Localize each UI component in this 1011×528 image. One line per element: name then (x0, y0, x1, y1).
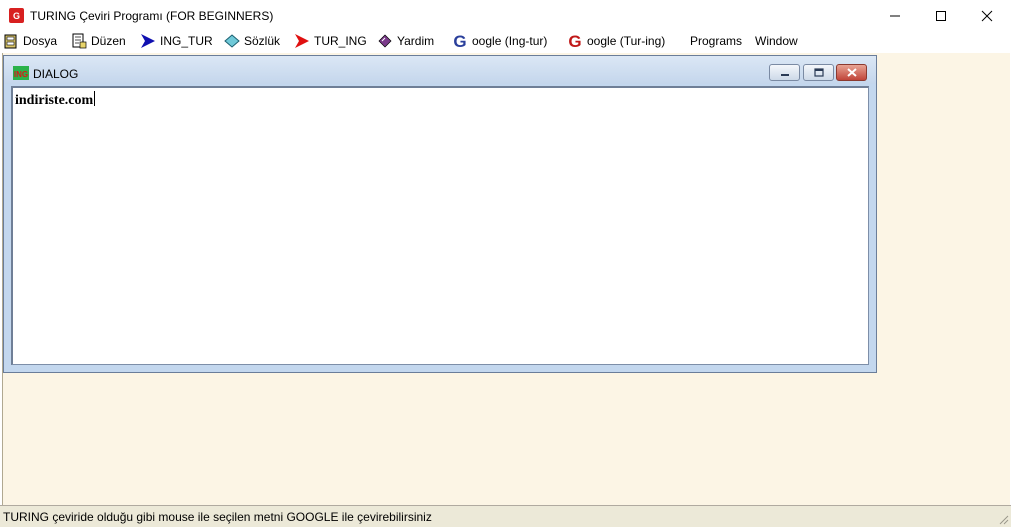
status-text: TURING çeviride olduğu gibi mouse ile se… (3, 510, 432, 524)
book-icon (377, 33, 393, 49)
close-button[interactable] (964, 0, 1010, 31)
menu-dosya[interactable]: Dosya (3, 31, 57, 51)
menu-label: Window (755, 34, 798, 48)
minimize-button[interactable] (872, 0, 918, 31)
app-logo-icon: G (9, 8, 24, 23)
dialog-minimize-button[interactable] (769, 64, 800, 81)
text-caret (94, 91, 96, 106)
resize-grip-icon[interactable] (997, 513, 1009, 525)
red-arrow-icon (294, 33, 310, 49)
menu-google-tur-ing[interactable]: G oogle (Tur-ing) (567, 31, 665, 51)
menu-label: ING_TUR (160, 34, 213, 48)
ing-logo-icon: ING (13, 66, 29, 80)
google-g-blue-icon: G (452, 32, 468, 51)
svg-text:G: G (568, 33, 581, 49)
menu-yardim[interactable]: Yardim (377, 31, 434, 51)
menu-ing-tur[interactable]: ING_TUR (140, 31, 213, 51)
menu-tur-ing[interactable]: TUR_ING (294, 31, 367, 51)
menu-label: oogle (Ing-tur) (472, 34, 548, 48)
svg-text:ING: ING (14, 70, 28, 79)
svg-text:G: G (453, 33, 466, 49)
dialog-content-line: indiriste.com (15, 91, 96, 109)
dialog-text-area[interactable]: indiriste.com (11, 86, 869, 365)
menu-label: Sözlük (244, 34, 281, 48)
menu-programs[interactable]: Programs (690, 31, 742, 51)
edit-document-icon (71, 33, 87, 49)
dialog-content-text: indiriste.com (15, 93, 94, 108)
dictionary-diamond-icon (224, 33, 240, 49)
title-bar: G TURING Çeviri Programı (FOR BEGINNERS) (0, 0, 1011, 31)
dialog-restore-button[interactable] (803, 64, 834, 81)
menu-label: Dosya (23, 34, 58, 48)
menu-sozluk[interactable]: Sözlük (224, 31, 280, 51)
maximize-button[interactable] (918, 0, 964, 31)
blue-arrow-icon (140, 33, 156, 49)
window-title: TURING Çeviri Programı (FOR BEGINNERS) (30, 9, 274, 23)
dialog-title-bar[interactable]: ING DIALOG (4, 56, 876, 84)
menu-label: Düzen (91, 34, 126, 48)
svg-text:G: G (13, 11, 20, 21)
menu-label: Programs (690, 34, 743, 48)
menu-label: TUR_ING (314, 34, 367, 48)
menu-label: Yardim (397, 34, 435, 48)
dialog-close-button[interactable] (836, 64, 867, 81)
menu-google-ing-tur[interactable]: G oogle (Ing-tur) (452, 31, 547, 51)
menu-window[interactable]: Window (755, 31, 798, 51)
dialog-window: ING DIALOG indiriste.com (3, 55, 877, 373)
file-cabinet-icon (3, 33, 19, 49)
dialog-title: DIALOG (33, 67, 79, 81)
status-bar: TURING çeviride olduğu gibi mouse ile se… (0, 505, 1011, 527)
menu-duzen[interactable]: Düzen (71, 31, 126, 51)
menu-label: oogle (Tur-ing) (587, 34, 666, 48)
menu-bar: Dosya Düzen ING_TUR Sözlük TUR_ING Yardi… (0, 31, 1011, 53)
google-g-red-icon: G (567, 32, 583, 51)
